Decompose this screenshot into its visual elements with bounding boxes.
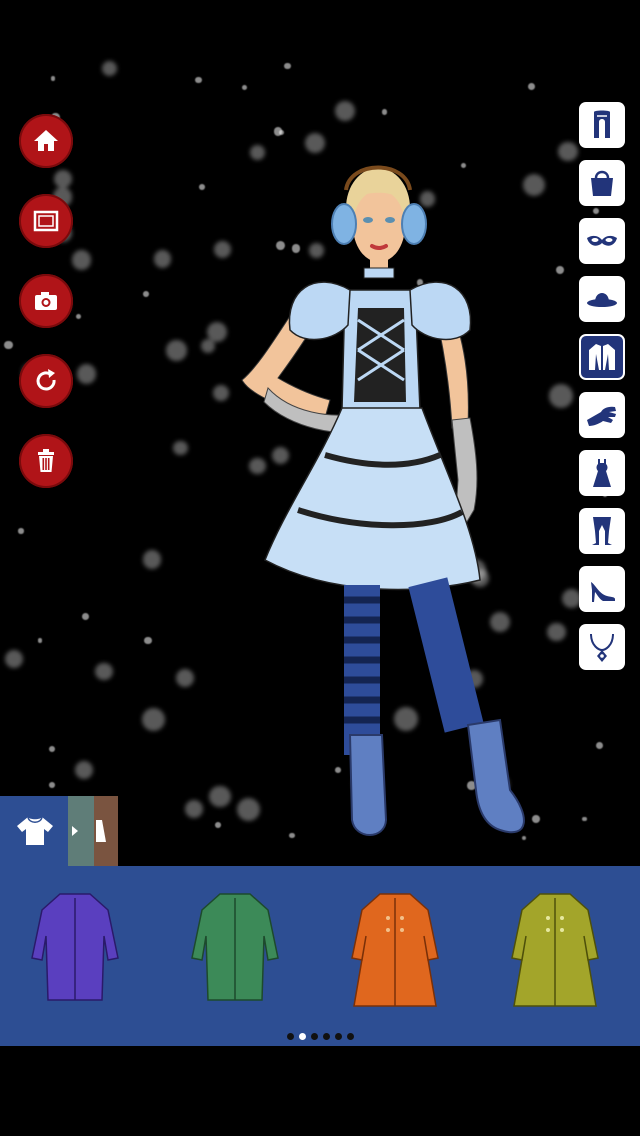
coat-green-item[interactable] bbox=[180, 888, 290, 1008]
reset-button[interactable] bbox=[19, 354, 73, 408]
clothing-tab-bar bbox=[0, 796, 118, 866]
glove-icon bbox=[587, 406, 616, 426]
category-jewelry-button[interactable] bbox=[579, 624, 625, 670]
tights-icon bbox=[592, 517, 612, 545]
category-scarves-button[interactable] bbox=[579, 102, 625, 148]
snowflake bbox=[176, 669, 195, 688]
redo-icon bbox=[36, 369, 56, 391]
dressup-stage bbox=[0, 0, 640, 1136]
coat-purple-item[interactable] bbox=[20, 888, 130, 1008]
snowflake bbox=[213, 240, 231, 258]
snowflake bbox=[195, 76, 202, 84]
page-dot[interactable] bbox=[346, 1033, 354, 1040]
category-outerwear-button[interactable] bbox=[579, 334, 625, 380]
snowflake bbox=[284, 62, 291, 70]
dress-icon bbox=[593, 459, 611, 487]
frame-button[interactable] bbox=[19, 194, 73, 248]
snowflake bbox=[381, 109, 388, 115]
snowflake bbox=[5, 649, 24, 669]
snowflake bbox=[558, 141, 578, 162]
snowflake bbox=[241, 84, 247, 90]
snowflake bbox=[592, 207, 599, 214]
handbag-icon bbox=[591, 170, 613, 196]
snowflake bbox=[166, 340, 187, 361]
camera-button[interactable] bbox=[19, 274, 73, 328]
snowflake bbox=[213, 385, 230, 402]
camera-icon bbox=[35, 292, 57, 310]
snowflake bbox=[50, 76, 55, 81]
category-bags-button[interactable] bbox=[579, 160, 625, 206]
snowflake bbox=[81, 612, 89, 620]
snowflake bbox=[209, 785, 231, 807]
tab-tops[interactable] bbox=[0, 796, 68, 866]
category-shoes-button[interactable] bbox=[579, 566, 625, 612]
category-masks-button[interactable] bbox=[579, 218, 625, 264]
chevron-right-icon bbox=[72, 826, 78, 836]
snowflake bbox=[547, 623, 566, 642]
scarf-icon bbox=[594, 110, 610, 138]
snowflake bbox=[49, 782, 56, 789]
snowflake bbox=[549, 384, 573, 408]
home-icon bbox=[34, 130, 58, 151]
home-button[interactable] bbox=[19, 114, 73, 168]
snowflake bbox=[555, 266, 564, 275]
snowflake bbox=[582, 816, 587, 821]
snowflake bbox=[142, 707, 166, 731]
snowflake bbox=[527, 82, 536, 91]
snowflake bbox=[185, 800, 203, 818]
dress-outline-icon bbox=[96, 820, 106, 842]
snowflake bbox=[595, 741, 604, 750]
page-dot[interactable] bbox=[310, 1033, 318, 1040]
page-dot[interactable] bbox=[334, 1033, 342, 1040]
snowflake bbox=[95, 662, 113, 681]
frame-icon bbox=[33, 210, 59, 232]
snowflake bbox=[206, 321, 227, 342]
page-indicator bbox=[0, 1033, 640, 1040]
page-dot[interactable] bbox=[286, 1033, 294, 1040]
category-gloves-button[interactable] bbox=[579, 392, 625, 438]
coat-orange-item[interactable] bbox=[340, 888, 450, 1008]
snowflake bbox=[273, 127, 282, 136]
hat-icon bbox=[587, 293, 617, 307]
snowflake bbox=[18, 528, 24, 534]
snowflake bbox=[76, 364, 97, 385]
snowflake bbox=[173, 440, 188, 456]
coat-olive-item[interactable] bbox=[500, 888, 610, 1008]
page-dot[interactable] bbox=[298, 1033, 306, 1040]
mask-icon bbox=[587, 235, 617, 246]
page-dot[interactable] bbox=[322, 1033, 330, 1040]
snowflake bbox=[142, 290, 149, 297]
snowflake bbox=[53, 170, 72, 189]
heel-icon bbox=[591, 582, 615, 602]
jacket-icon bbox=[589, 344, 615, 370]
trash-icon bbox=[38, 449, 54, 472]
category-tights-button[interactable] bbox=[579, 508, 625, 554]
snowflake bbox=[142, 549, 162, 569]
snowflake bbox=[215, 822, 221, 829]
snowflake bbox=[4, 340, 14, 350]
category-hats-button[interactable] bbox=[579, 276, 625, 322]
necklace-icon bbox=[590, 633, 614, 662]
snowflake bbox=[198, 184, 205, 190]
category-dresses-button[interactable] bbox=[579, 450, 625, 496]
item-tray bbox=[0, 866, 640, 1046]
tab-dresses[interactable] bbox=[94, 796, 118, 866]
snowflake bbox=[71, 250, 92, 270]
tab-bottoms[interactable] bbox=[68, 796, 94, 866]
snowflake bbox=[48, 745, 56, 753]
snowflake bbox=[37, 638, 42, 643]
snowflake bbox=[144, 637, 152, 645]
snowflake bbox=[74, 761, 93, 780]
snowflake bbox=[153, 250, 172, 268]
snowflake bbox=[335, 101, 356, 122]
delete-button[interactable] bbox=[19, 434, 73, 488]
snowflake bbox=[75, 314, 81, 320]
shirt-icon bbox=[17, 816, 53, 845]
snowflake bbox=[102, 60, 118, 77]
model-figure[interactable] bbox=[230, 150, 540, 850]
